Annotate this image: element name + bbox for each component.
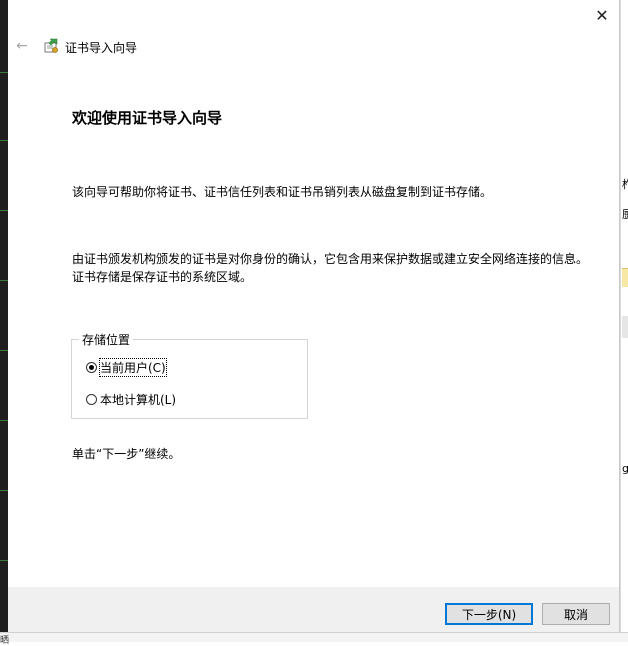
background-text-fragment: 晒 bbox=[0, 636, 10, 646]
dialog-footer: 下一步(N) 取消 bbox=[8, 587, 619, 632]
wizard-header: ← 证书导入向导 bbox=[8, 32, 619, 60]
back-arrow-icon: ← bbox=[16, 38, 28, 54]
radio-local-machine[interactable]: 本地计算机(L) bbox=[86, 391, 176, 408]
description-text: 由证书颁发机构颁发的证书是对你身份的确认，它包含用来保护数据或建立安全网络连接的… bbox=[72, 252, 589, 284]
radio-button-icon bbox=[86, 394, 97, 405]
background-text-fragment: 柞 bbox=[622, 178, 628, 191]
back-button[interactable]: ← bbox=[12, 36, 32, 56]
background-window-left bbox=[0, 0, 8, 642]
background-window-right: 柞 厨 gl bbox=[620, 0, 628, 642]
next-button[interactable]: 下一步(N) bbox=[445, 603, 533, 625]
continue-hint-text: 单击“下一步”继续。 bbox=[72, 447, 181, 461]
wizard-title: 证书导入向导 bbox=[65, 41, 138, 55]
page-heading: 欢迎使用证书导入向导 bbox=[72, 109, 223, 127]
certificate-import-wizard-dialog: ✕ ← 证书导入向导 欢迎使用证书导入向导 该向导可帮助你将证书、证书信任列表和… bbox=[8, 0, 620, 632]
background-text-fragment: 厨 bbox=[622, 208, 628, 221]
radio-current-user-label: 当前用户(C) bbox=[99, 358, 167, 377]
cancel-button[interactable]: 取消 bbox=[542, 603, 610, 625]
background-window-bottom: 晒 bbox=[0, 632, 628, 646]
certificate-wizard-icon bbox=[44, 38, 58, 53]
radio-current-user[interactable]: 当前用户(C) bbox=[86, 358, 167, 377]
radio-button-icon bbox=[86, 362, 97, 373]
store-location-group: 存储位置 当前用户(C) 本地计算机(L) bbox=[71, 331, 308, 419]
intro-text: 该向导可帮助你将证书、证书信任列表和证书吊销列表从磁盘复制到证书存储。 bbox=[72, 185, 493, 199]
background-highlight bbox=[622, 268, 628, 287]
background-panel bbox=[622, 316, 628, 338]
close-icon: ✕ bbox=[595, 5, 609, 25]
background-text-fragment: gl bbox=[622, 462, 628, 475]
radio-local-machine-label: 本地计算机(L) bbox=[100, 393, 177, 407]
close-button[interactable]: ✕ bbox=[589, 2, 615, 28]
store-location-label: 存储位置 bbox=[79, 331, 134, 348]
